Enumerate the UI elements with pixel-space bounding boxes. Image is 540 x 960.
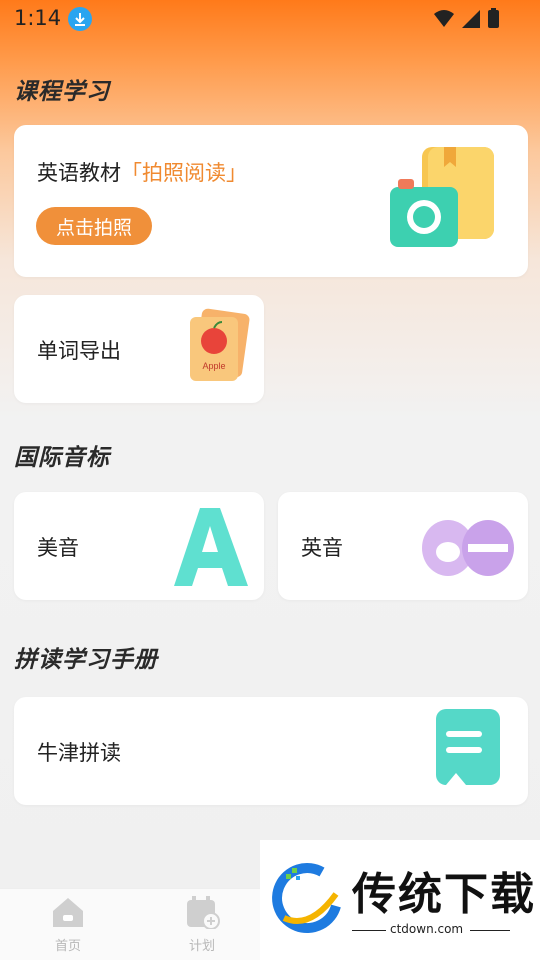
nav-plan-label: 计划	[188, 939, 215, 954]
uk-accent-label: 英音	[301, 536, 343, 560]
section-title-course: 课程学习	[14, 79, 110, 105]
watermark-divider	[470, 930, 510, 931]
textbook-card[interactable]: 英语教材「拍照阅读」 点击拍照	[14, 125, 528, 277]
calendar-plus-icon	[187, 896, 220, 930]
letter-a-icon	[174, 508, 248, 586]
signal-icons	[434, 8, 499, 28]
section-title-phonics: 拼读学习手册	[14, 647, 158, 673]
textbook-card-label: 英语教材「拍照阅读」	[37, 161, 247, 185]
status-bar: 1:14	[0, 0, 540, 38]
ae-symbol-icon	[422, 520, 514, 576]
watermark-name: 传统下载	[352, 869, 536, 920]
oxford-phonics-label: 牛津拼读	[37, 741, 121, 765]
book-icon	[436, 709, 500, 785]
download-icon	[68, 7, 92, 31]
word-export-label: 单词导出	[37, 339, 121, 363]
status-time: 1:14	[14, 6, 62, 30]
us-accent-label: 美音	[37, 536, 79, 560]
camera-book-icon	[390, 147, 494, 247]
nav-home-label: 首页	[54, 939, 81, 954]
watermark-url: ctdown.com	[390, 922, 464, 936]
oxford-phonics-card[interactable]: 牛津拼读	[14, 697, 528, 805]
watermark-logo-icon	[272, 863, 341, 933]
take-photo-button[interactable]: 点击拍照	[36, 207, 152, 245]
apple-card-icon: Apple	[190, 308, 250, 381]
uk-accent-card[interactable]: 英音	[278, 492, 528, 600]
textbook-highlight: 「拍照阅读」	[121, 161, 247, 185]
word-export-card[interactable]: 单词导出 Apple	[14, 295, 264, 403]
home-icon	[53, 898, 83, 927]
watermark: 传统下载 ctdown.com	[260, 840, 540, 960]
apple-text: Apple	[202, 361, 225, 371]
nav-plan[interactable]: 计划	[162, 895, 242, 954]
watermark-divider	[352, 930, 386, 931]
us-accent-card[interactable]: 美音	[14, 492, 264, 600]
section-title-phonetics: 国际音标	[14, 445, 110, 471]
nav-home[interactable]: 首页	[28, 895, 108, 954]
